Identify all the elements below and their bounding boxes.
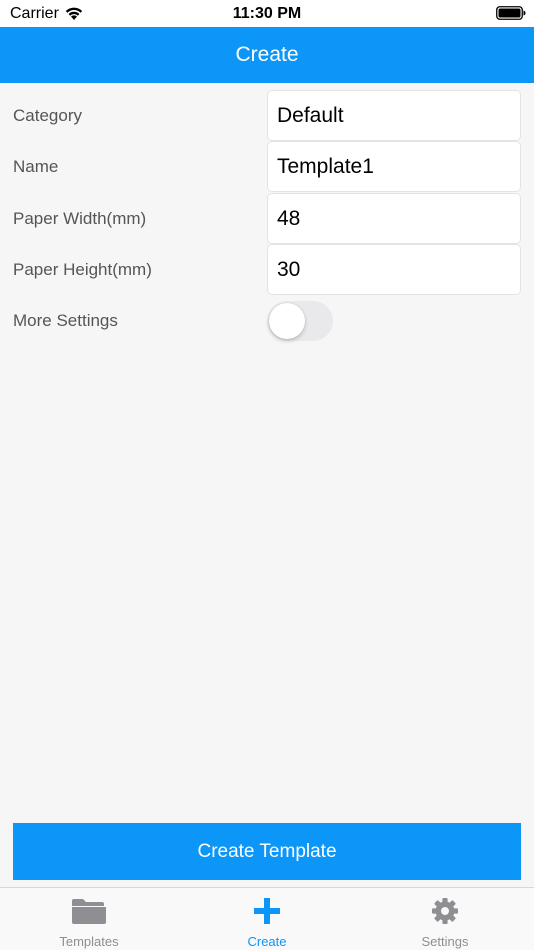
status-time: 11:30 PM — [232, 5, 302, 22]
paper-height-row: Paper Height(mm) — [0, 244, 534, 295]
tab-bar: Templates Create Settings — [0, 887, 534, 950]
tab-create-label: Create — [247, 934, 287, 949]
paper-height-field[interactable] — [267, 244, 521, 295]
name-field[interactable] — [267, 141, 521, 192]
create-template-button[interactable]: Create Template — [13, 823, 521, 880]
battery-icon — [496, 6, 526, 20]
toggle-knob[interactable] — [269, 303, 305, 339]
page-title: Create — [235, 43, 299, 66]
more-settings-label: More Settings — [13, 311, 118, 330]
category-field[interactable] — [267, 90, 521, 141]
status-bar: Carrier 11:30 PM — [0, 0, 534, 27]
tab-create[interactable]: Create — [178, 888, 356, 950]
category-row: Category — [0, 90, 534, 141]
plus-icon — [254, 898, 280, 924]
gear-icon — [432, 898, 458, 924]
paper-width-row: Paper Width(mm) — [0, 193, 534, 244]
tab-templates[interactable]: Templates — [0, 888, 178, 950]
tab-templates-label: Templates — [59, 934, 119, 949]
category-label: Category — [13, 106, 82, 125]
more-settings-toggle[interactable] — [267, 301, 333, 341]
paper-width-label: Paper Width(mm) — [13, 209, 147, 228]
paper-height-label: Paper Height(mm) — [13, 260, 152, 279]
paper-width-field[interactable] — [267, 193, 521, 244]
folder-icon — [72, 899, 106, 924]
name-row: Name — [0, 141, 534, 192]
nav-bar: Create — [0, 27, 534, 83]
tab-settings-label: Settings — [421, 934, 469, 949]
name-label: Name — [13, 157, 59, 176]
tab-settings[interactable]: Settings — [356, 888, 534, 950]
more-settings-row: More Settings — [0, 295, 534, 346]
